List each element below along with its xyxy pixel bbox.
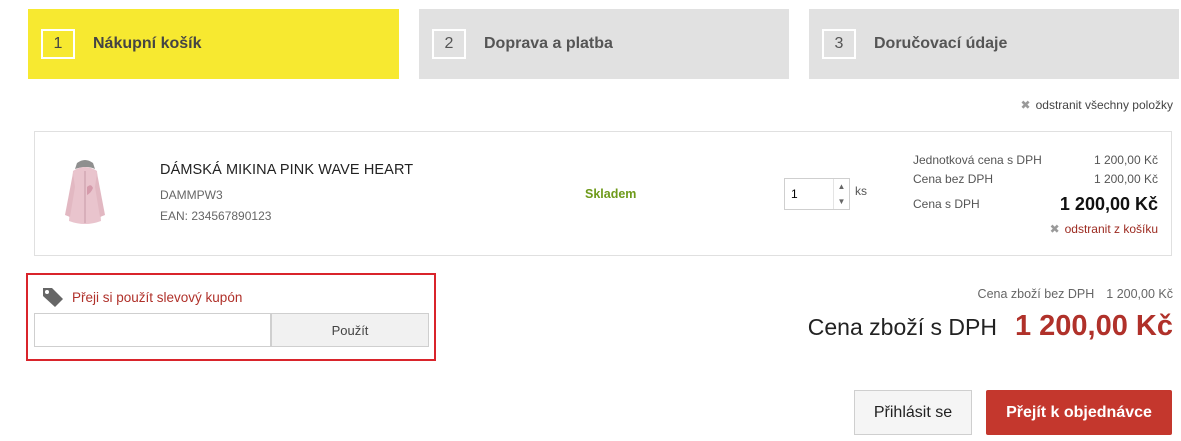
coupon-prompt: Přeji si použít slevový kupón	[72, 289, 243, 305]
coupon-toggle[interactable]: Přeji si použít slevový kupón	[42, 287, 242, 307]
price-net-value: 1 200,00 Kč	[1093, 171, 1158, 186]
quantity-unit: ks	[855, 184, 867, 198]
total-net-label: Cena zboží bez DPH	[977, 287, 1095, 301]
checkout-button[interactable]: Přejít k objednávce	[986, 390, 1172, 435]
total-gross-label: Cena zboží s DPH	[807, 314, 997, 340]
product-name[interactable]: DÁMSKÁ MIKINA PINK WAVE HEART	[160, 162, 413, 178]
close-icon: ✖	[1020, 98, 1031, 112]
step-label: Doručovací údaje	[874, 35, 1008, 52]
product-thumbnail[interactable]	[63, 157, 107, 233]
decrement-arrow-icon[interactable]: ▼	[834, 194, 849, 209]
remove-item-label: odstranit z košíku	[1064, 222, 1158, 236]
price-gross-label: Cena s DPH	[913, 197, 980, 211]
coupon-section: Přeji si použít slevový kupón Použít	[26, 273, 436, 361]
step-label: Nákupní košík	[93, 35, 202, 52]
remove-all-link[interactable]: ✖ odstranit všechny položky	[1021, 98, 1173, 112]
increment-arrow-icon[interactable]: ▲	[834, 179, 849, 194]
price-net-label: Cena bez DPH	[913, 171, 994, 186]
total-gross-value: 1 200,00 Kč	[1014, 310, 1173, 342]
quantity-input[interactable]	[785, 179, 833, 209]
unit-price-label: Jednotková cena s DPH	[913, 152, 1042, 167]
availability-status: Skladem	[585, 187, 637, 201]
quantity-stepper[interactable]: ▲ ▼	[784, 178, 850, 210]
total-net: Cena zboží bez DPH 1 200,00 Kč	[978, 287, 1173, 301]
remove-all-label: odstranit všechny položky	[1035, 98, 1173, 112]
item-prices: Jednotková cena s DPH 1 200,00 Kč Cena b…	[913, 150, 1158, 220]
step-number: 2	[432, 29, 466, 59]
step-delivery-details[interactable]: 3 Doručovací údaje	[809, 9, 1179, 79]
product-code: DAMMPW3	[160, 188, 223, 202]
cart-item: DÁMSKÁ MIKINA PINK WAVE HEART DAMMPW3 EA…	[34, 131, 1172, 256]
total-gross: Cena zboží s DPH 1 200,00 Kč	[808, 310, 1173, 343]
step-number: 3	[822, 29, 856, 59]
price-gross-value: 1 200,00 Kč	[1059, 193, 1158, 214]
step-label: Doprava a platba	[484, 35, 613, 52]
coupon-input[interactable]	[34, 313, 271, 347]
step-cart[interactable]: 1 Nákupní košík	[28, 9, 399, 79]
step-number: 1	[41, 29, 75, 59]
login-button[interactable]: Přihlásit se	[854, 390, 972, 435]
apply-coupon-button[interactable]: Použít	[271, 313, 429, 347]
product-ean: EAN: 234567890123	[160, 209, 272, 223]
close-icon: ✖	[1049, 222, 1060, 236]
remove-item-link[interactable]: ✖ odstranit z košíku	[1050, 222, 1158, 236]
step-shipping-payment[interactable]: 2 Doprava a platba	[419, 9, 789, 79]
total-net-value: 1 200,00 Kč	[1106, 287, 1173, 301]
unit-price-value: 1 200,00 Kč	[1093, 152, 1158, 167]
tag-icon	[43, 288, 63, 307]
